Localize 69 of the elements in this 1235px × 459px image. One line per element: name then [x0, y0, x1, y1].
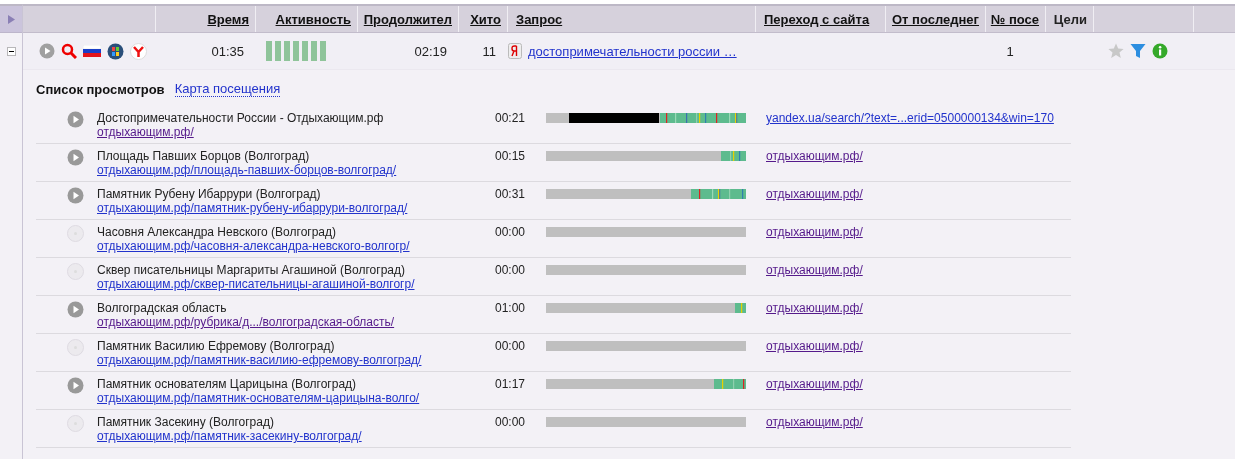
page-url-link[interactable]: отдыхающим.рф/сквер-писательницы-агашиной-волгогр/: [97, 277, 495, 291]
column-sort-link[interactable]: Переход с сайта: [764, 11, 870, 27]
column-header: Цели: [1053, 11, 1087, 27]
page-url-link[interactable]: отдыхающим.рф/часовня-александра-невского-волгогр/: [97, 239, 495, 253]
column-sort-link[interactable]: Время: [207, 11, 249, 27]
info-icon[interactable]: [1152, 43, 1168, 59]
referrer-link[interactable]: отдыхающим.рф/: [766, 415, 863, 429]
page-time: 00:21: [495, 111, 526, 125]
collapse-icon[interactable]: [6, 46, 16, 56]
flag-icon: [83, 45, 101, 57]
page-time: 01:17: [495, 377, 526, 391]
page-title: Памятник Рубену Ибаррури (Волгоград): [97, 187, 322, 201]
page-url-link[interactable]: отдыхающим.рф/памятник-василию-ефремову-волгоград/: [97, 353, 495, 367]
page-title: Часовня Александра Невского (Волгоград): [97, 225, 338, 239]
page-url-link[interactable]: отдыхающим.рф/рубрика/д.../волгоградская-область/: [97, 315, 495, 329]
play-icon[interactable]: [67, 187, 84, 204]
page-url-link[interactable]: отдыхающим.рф/памятник-основателям-царицына-волго/: [97, 391, 495, 405]
page-time: 00:00: [495, 415, 526, 429]
referrer-link[interactable]: yandex.ua/search/?text=...erid=0500000134&win=170: [766, 111, 1054, 125]
column-sort-link[interactable]: Запрос: [516, 11, 563, 27]
referrer-link[interactable]: отдыхающим.рф/: [766, 149, 863, 163]
activity-bars-icon: [266, 41, 328, 61]
page-time: 00:00: [495, 225, 526, 239]
page-time: 00:00: [495, 339, 526, 353]
page-time: 00:15: [495, 149, 526, 163]
column-sort-link[interactable]: От последнег: [892, 11, 979, 27]
column-sort-link[interactable]: Продолжител: [363, 11, 452, 27]
referrer-link[interactable]: отдыхающим.рф/: [766, 339, 863, 353]
page-url-link[interactable]: отдыхающим.рф/памятник-рубену-ибаррури-волгоград/: [97, 201, 495, 215]
page-time: 00:31: [495, 187, 526, 201]
column-sort-link[interactable]: № посе: [990, 11, 1039, 27]
play-icon[interactable]: [67, 301, 84, 318]
referrer-link[interactable]: отдыхающим.рф/: [766, 225, 863, 239]
page-title: Памятник основателям Царицына (Волгоград): [97, 377, 358, 391]
play-icon[interactable]: [67, 149, 84, 166]
play-icon[interactable]: [67, 377, 84, 394]
tab-link[interactable]: Карта посещения: [174, 81, 281, 97]
hits-count: 11: [482, 43, 496, 59]
play-icon[interactable]: [67, 111, 84, 128]
browser-logo-icon: [130, 42, 147, 60]
page-url-link[interactable]: отдыхающим.рф/: [97, 125, 495, 139]
page-title: Памятник Засекину (Волгоград): [97, 415, 275, 429]
page-title: Волгоградская область: [97, 301, 228, 315]
page-title: Достопримечательности России - Отдыхающим.рф: [97, 111, 385, 125]
page-url-link[interactable]: отдыхающим.рф/памятник-засекину-волгоград/: [97, 429, 495, 443]
referrer-link[interactable]: отдыхающим.рф/: [766, 263, 863, 277]
column-sort-link[interactable]: Хито: [470, 11, 501, 27]
search-engine-icon: [508, 43, 522, 59]
page-url-link[interactable]: отдыхающим.рф/площадь-павших-борцов-волгоград/: [97, 163, 495, 177]
active-tab[interactable]: Список просмотров: [36, 81, 165, 97]
referrer-link[interactable]: отдыхающим.рф/: [766, 377, 863, 391]
visit-time: 01:35: [211, 43, 244, 59]
query-link[interactable]: достопримечательности россии …: [528, 43, 737, 59]
page-time: 01:00: [495, 301, 526, 315]
referrer-link[interactable]: отдыхающим.рф/: [766, 301, 863, 315]
filter-icon[interactable]: [1130, 43, 1146, 59]
page-time: 00:00: [495, 263, 526, 277]
os-logo-icon: [107, 42, 124, 60]
search-icon: [61, 43, 77, 59]
column-sort-link[interactable]: Активность: [275, 11, 351, 27]
star-icon[interactable]: [1108, 43, 1124, 59]
page-title: Памятник Василию Ефремову (Волгоград): [97, 339, 336, 353]
page-title: Сквер писательницы Маргариты Агашиной (Волгоград): [97, 263, 406, 277]
play-icon[interactable]: [39, 43, 55, 59]
visit-number: 1: [1006, 43, 1014, 59]
expand-arrow-icon[interactable]: [7, 14, 15, 24]
referrer-link[interactable]: отдыхающим.рф/: [766, 187, 863, 201]
visit-duration: 02:19: [414, 43, 447, 59]
page-title: Площадь Павших Борцов (Волгоград): [97, 149, 311, 163]
